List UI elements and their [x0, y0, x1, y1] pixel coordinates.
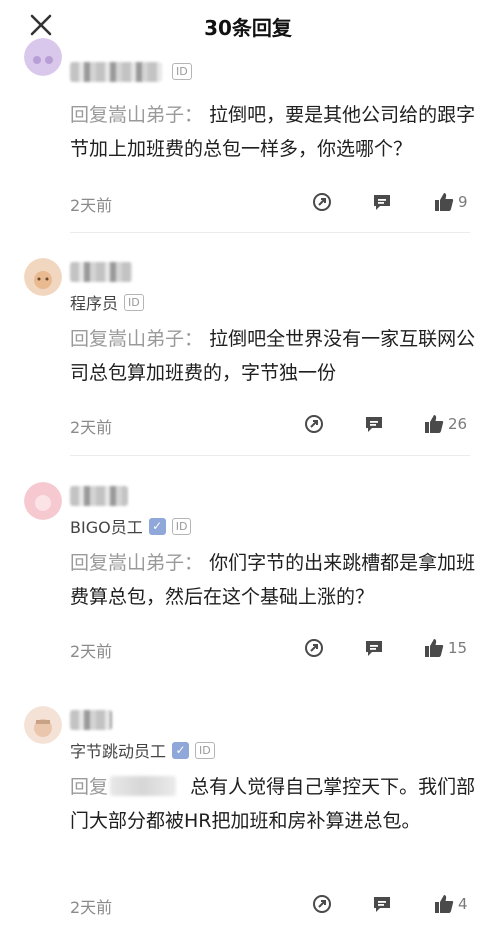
reply-button[interactable]: [372, 190, 392, 214]
comment-icon: [366, 417, 382, 432]
share-button[interactable]: [312, 190, 332, 214]
reply-button[interactable]: [364, 636, 384, 660]
avatar[interactable]: [24, 706, 62, 744]
comment-text[interactable]: 回复嵩山弟子： 你们字节的出来跳槽都是拿加班费算总包，然后在这个基础上涨的？: [70, 546, 476, 614]
share-button[interactable]: [304, 636, 324, 660]
comment-meta: 2天前 15: [70, 636, 470, 661]
timestamp: 2天前: [70, 898, 113, 917]
avatar[interactable]: [24, 258, 62, 296]
avatar[interactable]: [24, 482, 62, 520]
user-role-row: 程序员 ID: [70, 290, 144, 314]
reply-prefix: 回复嵩山弟子：: [70, 552, 204, 574]
divider: [70, 232, 470, 233]
comment-text[interactable]: 回复 总有人觉得自己掌控天下。我们部门大部分都被HR把加班和房补算进总包。: [70, 770, 476, 838]
comment-meta: 2天前 9: [70, 190, 470, 215]
user-role: BIGO员工: [70, 518, 143, 537]
like-count: 9: [458, 193, 468, 211]
user-role: 程序员: [70, 294, 119, 313]
thumbs-up-icon: [425, 639, 444, 657]
top-bar: 30条回复: [0, 0, 496, 52]
like-button[interactable]: 9: [434, 190, 468, 214]
verified-badge: ✓: [172, 741, 190, 759]
verified-badge: ✓: [148, 517, 166, 535]
share-button[interactable]: [312, 892, 332, 916]
like-button[interactable]: 15: [424, 636, 467, 660]
share-icon: [305, 639, 323, 657]
reply-prefix: 回复嵩山弟子：: [70, 328, 204, 350]
like-button[interactable]: 4: [434, 892, 468, 916]
username-blurred[interactable]: [70, 710, 112, 730]
comment-item: 程序员 ID 回复嵩山弟子： 拉倒吧全世界没有一家互联网公司总包算加班费的，字节…: [0, 246, 496, 456]
comment-icon: [374, 195, 390, 210]
id-badge: ID: [195, 741, 215, 759]
username-blurred[interactable]: [70, 262, 132, 282]
share-icon: [313, 895, 331, 913]
comment-text[interactable]: 回复嵩山弟子： 拉倒吧全世界没有一家互联网公司总包算加班费的，字节独一份: [70, 322, 476, 390]
share-button[interactable]: [304, 412, 324, 436]
reply-prefix: 回复: [70, 776, 109, 798]
page-title: 30条回复: [204, 16, 292, 40]
like-count: 15: [448, 639, 468, 657]
comment-meta: 2天前 26: [70, 412, 470, 437]
comment-icon: [374, 897, 390, 912]
comment-meta: 2天前 4: [70, 892, 470, 917]
avatar[interactable]: [24, 38, 62, 76]
user-role-row: BIGO员工 ✓ ID: [70, 514, 192, 538]
reply-button[interactable]: [364, 412, 384, 436]
comment-item: BIGO员工 ✓ ID 回复嵩山弟子： 你们字节的出来跳槽都是拿加班费算总包，然…: [0, 470, 496, 680]
comment-text[interactable]: 回复嵩山弟子： 拉倒吧，要是其他公司给的跟字节加上加班费的总包一样多，你选哪个？: [70, 98, 476, 166]
reply-button[interactable]: [372, 892, 392, 916]
reply-target-blurred: [110, 776, 177, 796]
id-badge: ID: [124, 293, 144, 311]
id-badge: ID: [172, 63, 192, 80]
like-button[interactable]: 26: [424, 412, 467, 436]
thumbs-up-icon: [425, 415, 444, 433]
thumbs-up-icon: [435, 193, 454, 211]
timestamp: 2天前: [70, 196, 113, 215]
user-role: 字节跳动员工: [70, 742, 167, 761]
comment-icon: [366, 641, 382, 656]
user-role-row: 字节跳动员工 ✓ ID: [70, 738, 215, 762]
username-blurred[interactable]: [70, 486, 128, 506]
divider: [70, 455, 470, 456]
reply-prefix: 回复嵩山弟子：: [70, 104, 204, 126]
username-blurred[interactable]: [70, 62, 162, 82]
thumbs-up-icon: [435, 895, 454, 913]
share-icon: [305, 415, 323, 433]
share-icon: [313, 193, 331, 211]
like-count: 26: [448, 415, 468, 433]
comment-item: 字节跳动员工 ✓ ID 回复 总有人觉得自己掌控天下。我们部门大部分都被HR把加…: [0, 694, 496, 934]
id-badge: ID: [171, 517, 192, 535]
timestamp: 2天前: [70, 642, 113, 661]
like-count: 4: [458, 895, 468, 913]
timestamp: 2天前: [70, 418, 113, 437]
comment-item: ID 回复嵩山弟子： 拉倒吧，要是其他公司给的跟字节加上加班费的总包一样多，你选…: [0, 38, 496, 233]
